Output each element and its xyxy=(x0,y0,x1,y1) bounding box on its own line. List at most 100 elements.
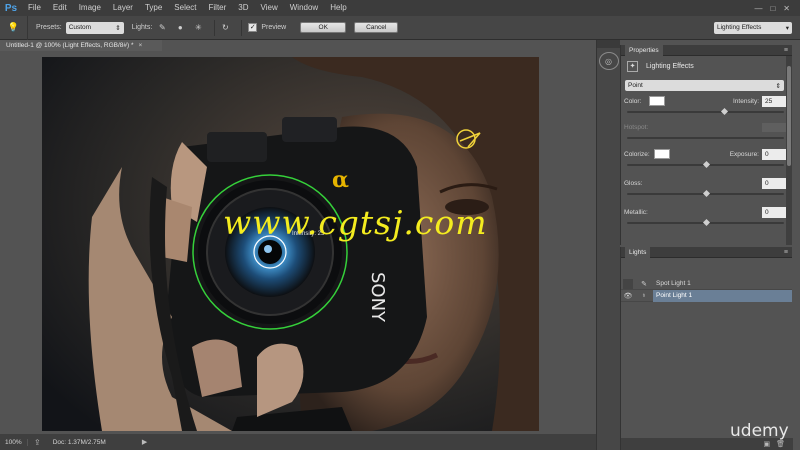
trash-icon[interactable]: 🗑 xyxy=(776,440,785,448)
menu-filter[interactable]: Filter xyxy=(203,0,233,16)
export-icon[interactable]: ⇪ xyxy=(34,438,41,447)
presets-select[interactable]: Custom ⇕ xyxy=(65,21,124,34)
play-arrow-icon[interactable]: ▶ xyxy=(142,438,147,446)
point-light-icon: ♁ xyxy=(641,292,647,299)
3d-lights-icon[interactable]: ◎ xyxy=(598,52,619,70)
ok-button[interactable]: OK xyxy=(300,22,347,33)
metallic-label: Metallic: xyxy=(624,208,648,216)
close-icon[interactable]: × xyxy=(139,42,143,49)
photoshop-logo[interactable]: Ps xyxy=(0,0,22,16)
light-type-select[interactable]: Point ⇕ xyxy=(625,80,784,91)
menu-window[interactable]: Window xyxy=(284,0,324,16)
menu-bar: Ps File Edit Image Layer Type Select Fil… xyxy=(0,0,800,16)
gloss-slider[interactable] xyxy=(627,189,784,198)
status-bar: 100% ⇪ Doc: 1.37M/2.75M ▶ xyxy=(0,434,596,450)
exposure-group: Exposure: 0 xyxy=(729,148,786,160)
panel-menu-icon[interactable]: ≡ xyxy=(784,47,788,54)
panel-dock-strip: ◎ xyxy=(596,40,620,450)
lighting-tool-icon: 💡 xyxy=(7,22,20,32)
menu-edit[interactable]: Edit xyxy=(47,0,73,16)
visibility-toggle-empty[interactable] xyxy=(623,278,633,289)
intensity-input[interactable]: 25 xyxy=(762,95,786,107)
tab-properties[interactable]: Properties xyxy=(625,44,663,56)
hotspot-label: Hotspot: xyxy=(624,123,649,131)
menu-file[interactable]: File xyxy=(22,0,47,16)
tool-preset-picker[interactable]: 💡 xyxy=(0,15,28,40)
intensity-slider[interactable] xyxy=(627,107,784,116)
photo-illustration: α SONY Intensity: 25 xyxy=(42,57,539,431)
options-bar: 💡 Presets: Custom ⇕ Lights: ✎ ● ✳ ↻ ✓ Pr… xyxy=(0,15,800,40)
metallic-input[interactable]: 0 xyxy=(762,206,786,218)
divider xyxy=(214,19,216,36)
properties-title-row: ✦ Lighting Effects xyxy=(621,56,792,76)
hotspot-input xyxy=(762,122,786,132)
maximize-icon[interactable]: □ xyxy=(770,4,775,13)
udemy-logo: udemy xyxy=(730,421,789,441)
light-name: Point Light 1 xyxy=(653,289,792,302)
exposure-slider[interactable] xyxy=(627,160,784,169)
menu-layer[interactable]: Layer xyxy=(107,0,139,16)
intensity-group: Intensity: 25 xyxy=(733,95,786,107)
watermark-text: www.cgtsj.com xyxy=(223,203,488,242)
spot-light-icon: ✎ xyxy=(158,23,166,32)
menu-view[interactable]: View xyxy=(255,0,284,16)
new-light-icon[interactable]: ▣ xyxy=(763,440,770,448)
svg-text:SONY: SONY xyxy=(367,272,388,323)
add-infinite-light-button[interactable]: ✳ xyxy=(190,21,206,35)
color-swatch[interactable] xyxy=(649,96,666,106)
canvas-area[interactable]: α SONY Intensity: 25 xyxy=(0,51,596,434)
hotspot-row: Hotspot: xyxy=(621,121,792,133)
panel-menu-icon[interactable]: ≡ xyxy=(784,249,788,256)
menu-image[interactable]: Image xyxy=(73,0,107,16)
chevron-down-icon: ▾ xyxy=(785,24,789,32)
reset-icon: ↻ xyxy=(221,23,229,32)
menu-help[interactable]: Help xyxy=(324,0,352,16)
metallic-thumb[interactable] xyxy=(702,218,710,227)
preview-checkbox[interactable]: ✓ xyxy=(248,23,258,32)
metallic-group: 0 xyxy=(759,206,786,218)
menu-select[interactable]: Select xyxy=(168,0,202,16)
infinite-light-icon: ✳ xyxy=(194,23,202,32)
close-window-icon[interactable]: ✕ xyxy=(783,4,790,13)
menu-type[interactable]: Type xyxy=(139,0,168,16)
gloss-input[interactable]: 0 xyxy=(762,177,786,189)
properties-panel: Properties ≡ ✦ Lighting Effects Point ⇕ … xyxy=(620,44,792,245)
scrollbar-thumb[interactable] xyxy=(787,66,791,166)
reset-light-button[interactable]: ↻ xyxy=(217,21,233,35)
lights-header: Lights ≡ xyxy=(621,246,792,258)
color-label: Color: xyxy=(624,97,642,105)
light-type-value: Point xyxy=(628,82,643,89)
colorize-label: Colorize: xyxy=(624,150,650,158)
workspace-select[interactable]: Lighting Effects ▾ xyxy=(714,21,792,34)
exposure-thumb[interactable] xyxy=(702,160,710,169)
add-spot-light-button[interactable]: ✎ xyxy=(154,21,170,35)
light-row-point[interactable]: 👁 ♁ Point Light 1 xyxy=(621,289,792,302)
metallic-slider[interactable] xyxy=(627,218,784,227)
light-row-spot[interactable]: ✎ Spot Light 1 xyxy=(621,278,792,290)
eye-icon[interactable]: 👁 xyxy=(621,292,635,300)
workspace-value: Lighting Effects xyxy=(717,24,762,31)
dock-grip[interactable] xyxy=(597,40,620,48)
document-title: Untitled-1 @ 100% (Light Effects, RGB/8#… xyxy=(6,42,134,49)
cancel-button[interactable]: Cancel xyxy=(354,22,399,33)
minimize-icon[interactable]: — xyxy=(754,4,762,13)
presets-value: Custom xyxy=(68,24,92,31)
zoom-level[interactable]: 100% xyxy=(0,438,28,446)
colorize-swatch[interactable] xyxy=(653,149,670,159)
window-controls: — □ ✕ xyxy=(754,4,800,13)
document-tab[interactable]: Untitled-1 @ 100% (Light Effects, RGB/8#… xyxy=(0,40,162,51)
doc-size: Doc: 1.37M/2.75M xyxy=(52,438,106,446)
properties-scrollbar[interactable] xyxy=(786,56,792,245)
gloss-thumb[interactable] xyxy=(702,189,710,198)
menu-3d[interactable]: 3D xyxy=(232,0,254,16)
gloss-label: Gloss: xyxy=(624,179,643,187)
svg-text:α: α xyxy=(332,167,349,193)
tab-lights[interactable]: Lights xyxy=(625,246,651,258)
add-point-light-button[interactable]: ● xyxy=(172,21,188,35)
metallic-row: Metallic: 0 xyxy=(621,206,792,218)
document-photo[interactable]: α SONY Intensity: 25 xyxy=(42,57,539,431)
exposure-label: Exposure: xyxy=(729,150,759,158)
exposure-input[interactable]: 0 xyxy=(762,148,786,160)
intensity-thumb[interactable] xyxy=(721,107,729,116)
properties-title: Lighting Effects xyxy=(646,62,694,70)
